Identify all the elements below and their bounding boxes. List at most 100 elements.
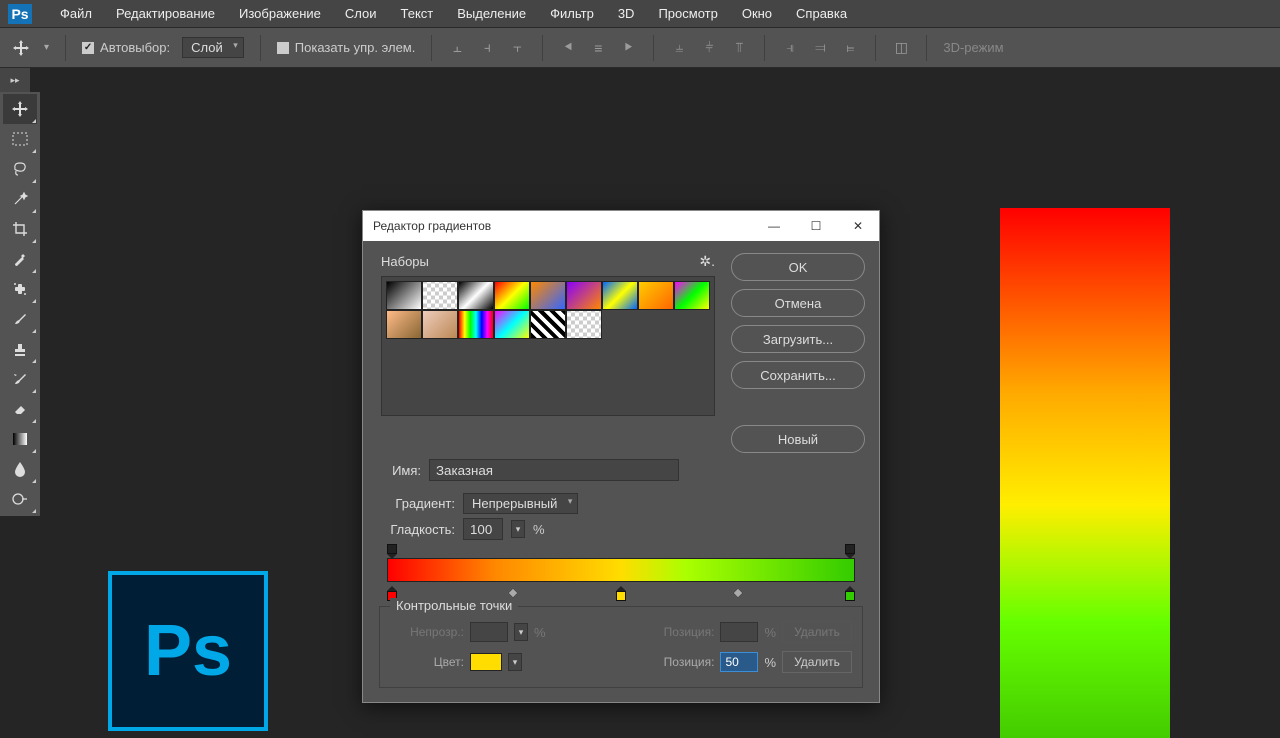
preset-swatch[interactable] <box>386 281 422 310</box>
gradient-tool[interactable] <box>3 424 37 454</box>
color-stop[interactable] <box>845 586 855 600</box>
gradient-name-input[interactable] <box>429 459 679 481</box>
crop-tool[interactable] <box>3 214 37 244</box>
color-well-dropdown[interactable]: ▾ <box>508 653 522 671</box>
dialog-titlebar[interactable]: Редактор градиентов — ☐ ✕ <box>363 211 879 241</box>
workspace: ▸▸ Ps Редактор градиентов — ☐ ✕ На <box>0 68 1280 720</box>
color-well[interactable] <box>470 653 502 671</box>
auto-align-icon[interactable]: ◫ <box>892 39 910 57</box>
preset-swatch[interactable] <box>566 310 602 339</box>
midpoint-handle[interactable] <box>732 587 743 598</box>
preset-swatch[interactable] <box>674 281 710 310</box>
new-button[interactable]: Новый <box>731 425 865 453</box>
name-label: Имя: <box>381 463 421 478</box>
type-label: Градиент: <box>387 496 455 511</box>
toolbox <box>0 92 40 516</box>
distribute-bottom-icon[interactable]: ⫪ <box>730 39 748 57</box>
lasso-tool[interactable] <box>3 154 37 184</box>
preset-swatch[interactable] <box>458 310 494 339</box>
dialog-title: Редактор градиентов <box>373 219 753 233</box>
opacity-position-label: Позиция: <box>644 625 714 639</box>
blur-tool[interactable] <box>3 454 37 484</box>
control-points-label: Контрольные точки <box>390 598 518 613</box>
marquee-tool[interactable] <box>3 124 37 154</box>
brush-tool[interactable] <box>3 304 37 334</box>
distribute-hcenter-icon[interactable]: ⫤ <box>811 39 829 57</box>
color-stop[interactable] <box>616 586 626 600</box>
show-controls-checkbox[interactable]: Показать упр. элем. <box>277 40 416 55</box>
preset-swatch[interactable] <box>458 281 494 310</box>
distribute-vcenter-icon[interactable]: ⫩ <box>700 39 718 57</box>
gradient-editor-dialog: Редактор градиентов — ☐ ✕ Наборы ✲. <box>362 210 880 703</box>
stamp-tool[interactable] <box>3 334 37 364</box>
healing-brush-tool[interactable] <box>3 274 37 304</box>
magic-wand-tool[interactable] <box>3 184 37 214</box>
menu-edit[interactable]: Редактирование <box>104 0 227 28</box>
preset-swatch[interactable] <box>530 281 566 310</box>
distribute-top-icon[interactable]: ⫨ <box>670 39 688 57</box>
menu-window[interactable]: Окно <box>730 0 784 28</box>
autoselect-checkbox[interactable]: Автовыбор: <box>82 40 170 55</box>
distribute-left-icon[interactable]: ⫣ <box>781 39 799 57</box>
opacity-label: Непрозр.: <box>394 625 464 639</box>
close-button[interactable]: ✕ <box>837 211 879 241</box>
align-bottom-icon[interactable]: ⫟ <box>508 39 526 57</box>
preset-swatch[interactable] <box>494 281 530 310</box>
smoothness-stepper[interactable]: ▾ <box>511 520 525 538</box>
move-tool[interactable] <box>3 94 37 124</box>
percent-label: % <box>533 522 545 537</box>
history-brush-tool[interactable] <box>3 364 37 394</box>
control-points-group: Контрольные точки Непрозр.: ▾ % Позиция:… <box>379 606 863 688</box>
eyedropper-tool[interactable] <box>3 244 37 274</box>
ok-button[interactable]: OK <box>731 253 865 281</box>
menu-file[interactable]: Файл <box>48 0 104 28</box>
preset-swatch[interactable] <box>386 310 422 339</box>
minimize-button[interactable]: — <box>753 211 795 241</box>
expand-panels-icon[interactable]: ▸▸ <box>0 68 30 92</box>
presets-settings-icon[interactable]: ✲. <box>699 253 715 270</box>
menu-view[interactable]: Просмотр <box>646 0 729 28</box>
midpoint-handle[interactable] <box>508 587 519 598</box>
align-hcenter-icon[interactable]: ≡ <box>589 39 607 57</box>
autoselect-target-dropdown[interactable]: Слой <box>182 37 244 58</box>
menu-help[interactable]: Справка <box>784 0 859 28</box>
align-vcenter-icon[interactable]: ⫞ <box>478 39 496 57</box>
app-logo: Ps <box>8 4 32 24</box>
menu-3d[interactable]: 3D <box>606 0 647 28</box>
load-button[interactable]: Загрузить... <box>731 325 865 353</box>
dodge-tool[interactable] <box>3 484 37 514</box>
align-top-icon[interactable]: ⫠ <box>448 39 466 57</box>
presets-grid <box>381 276 715 416</box>
preset-swatch[interactable] <box>602 281 638 310</box>
save-button[interactable]: Сохранить... <box>731 361 865 389</box>
move-tool-icon <box>10 37 32 59</box>
delete-color-stop-button[interactable]: Удалить <box>782 651 852 673</box>
preset-swatch[interactable] <box>422 281 458 310</box>
distribute-right-icon[interactable]: ⫢ <box>841 39 859 57</box>
align-left-icon[interactable]: ⯇ <box>559 39 577 57</box>
preset-swatch[interactable] <box>530 310 566 339</box>
gradient-ramp[interactable] <box>387 546 855 602</box>
preset-swatch[interactable] <box>422 310 458 339</box>
menu-filter[interactable]: Фильтр <box>538 0 606 28</box>
eraser-tool[interactable] <box>3 394 37 424</box>
align-right-icon[interactable]: ⯈ <box>619 39 637 57</box>
photoshop-badge: Ps <box>108 571 268 731</box>
menu-image[interactable]: Изображение <box>227 0 333 28</box>
gradient-type-dropdown[interactable]: Непрерывный <box>463 493 578 514</box>
menu-select[interactable]: Выделение <box>445 0 538 28</box>
preset-swatch[interactable] <box>566 281 602 310</box>
maximize-button[interactable]: ☐ <box>795 211 837 241</box>
preset-swatch[interactable] <box>638 281 674 310</box>
chevron-down-icon[interactable]: ▾ <box>44 42 49 53</box>
color-position-input[interactable] <box>720 652 758 672</box>
presets-label: Наборы <box>381 254 699 269</box>
3d-mode-label: 3D-режим <box>943 40 1003 55</box>
cancel-button[interactable]: Отмена <box>731 289 865 317</box>
opacity-position-input <box>720 622 758 642</box>
smoothness-input[interactable] <box>463 518 503 540</box>
opacity-stepper: ▾ <box>514 623 528 641</box>
menu-text[interactable]: Текст <box>389 0 446 28</box>
preset-swatch[interactable] <box>494 310 530 339</box>
menu-layers[interactable]: Слои <box>333 0 389 28</box>
